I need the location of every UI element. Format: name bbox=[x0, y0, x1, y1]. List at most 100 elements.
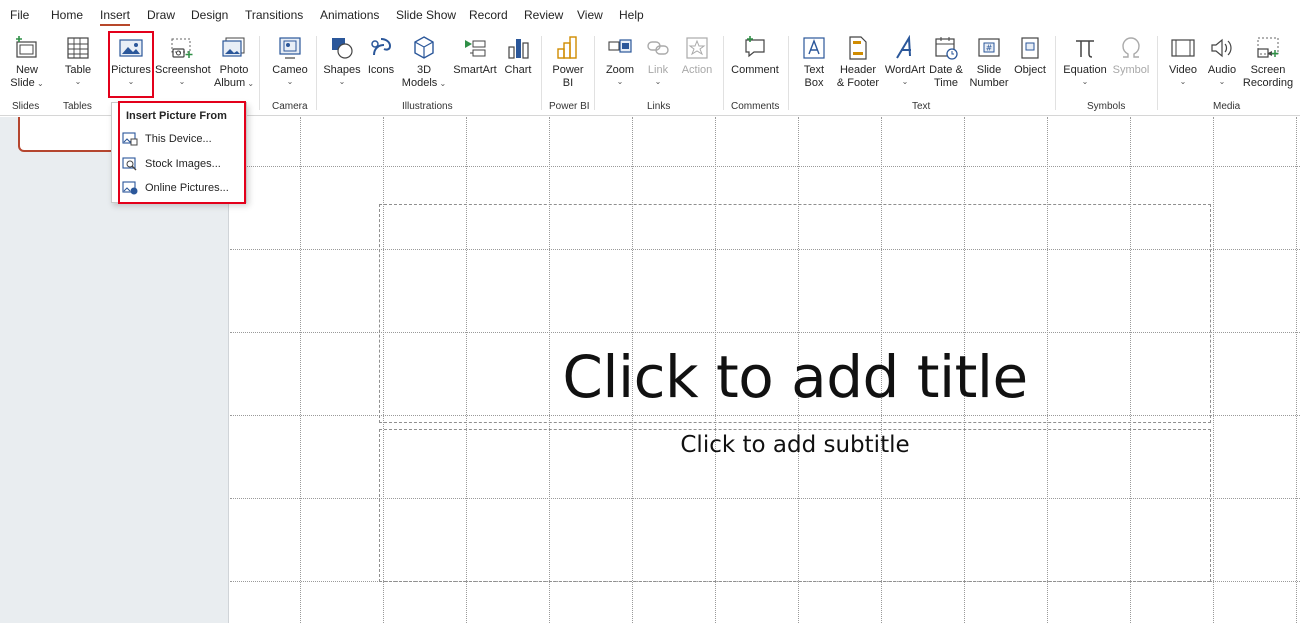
group-label-power-bi: Power BI bbox=[549, 101, 590, 112]
dropdown-highlight bbox=[118, 101, 246, 204]
calendar-clock-icon bbox=[935, 37, 958, 60]
symbol-button[interactable]: Symbol bbox=[1111, 35, 1151, 77]
group-label-slides: Slides bbox=[12, 101, 40, 112]
chevron-down-icon: ⌄ bbox=[654, 77, 662, 86]
menu-record[interactable]: Record bbox=[469, 8, 508, 22]
header-footer-icon bbox=[849, 36, 867, 60]
group-divider bbox=[788, 36, 789, 110]
video-icon bbox=[1171, 39, 1195, 57]
group-divider bbox=[594, 36, 595, 110]
date-time-button[interactable]: Date & Time bbox=[928, 35, 964, 90]
menu-help[interactable]: Help bbox=[619, 8, 644, 22]
group-label-media: Media bbox=[1213, 101, 1241, 112]
group-label-illustrations: Illustrations bbox=[402, 101, 453, 112]
table-button[interactable]: Table ⌄ bbox=[62, 35, 94, 87]
chart-button[interactable]: Chart bbox=[503, 35, 533, 77]
gridline bbox=[300, 117, 301, 623]
shapes-button[interactable]: Shapes ⌄ bbox=[322, 35, 362, 87]
3d-models-button[interactable]: 3D Models ⌄ bbox=[401, 35, 447, 90]
group-divider bbox=[723, 36, 724, 110]
action-button[interactable]: Action bbox=[678, 35, 716, 77]
action-star-icon bbox=[686, 37, 708, 59]
menu-insert[interactable]: Insert bbox=[100, 8, 131, 26]
smartart-icon bbox=[465, 40, 486, 57]
chevron-down-icon: ⌄ bbox=[34, 79, 44, 88]
subtitle-placeholder[interactable]: Click to add subtitle bbox=[379, 429, 1211, 582]
photo-album-icon bbox=[222, 37, 245, 57]
svg-text:#: # bbox=[986, 44, 993, 53]
object-button[interactable]: Object bbox=[1012, 35, 1048, 77]
chevron-down-icon: ⌄ bbox=[178, 77, 186, 86]
group-divider bbox=[316, 36, 317, 110]
video-button[interactable]: Video ⌄ bbox=[1165, 35, 1201, 87]
cameo-icon bbox=[279, 37, 301, 59]
menu-file[interactable]: File bbox=[10, 8, 29, 22]
chevron-down-icon: ⌄ bbox=[1179, 77, 1187, 86]
wordart-icon bbox=[896, 35, 911, 59]
title-text: Click to add title bbox=[562, 343, 1028, 411]
chevron-down-icon: ⌄ bbox=[74, 77, 82, 86]
text-box-button[interactable]: Text Box bbox=[797, 35, 831, 90]
chevron-down-icon: ⌄ bbox=[1218, 77, 1226, 86]
chevron-down-icon: ⌄ bbox=[616, 77, 624, 86]
menu-transitions[interactable]: Transitions bbox=[245, 8, 303, 22]
equation-button[interactable]: Equation ⌄ bbox=[1062, 35, 1108, 87]
title-placeholder[interactable]: Click to add title bbox=[379, 204, 1211, 423]
gridline bbox=[230, 166, 1300, 167]
gridline bbox=[1296, 117, 1297, 623]
smartart-button[interactable]: SmartArt bbox=[451, 35, 499, 77]
screenshot-icon bbox=[171, 38, 193, 58]
group-label-symbols: Symbols bbox=[1087, 101, 1126, 112]
icons-icon bbox=[371, 38, 392, 56]
chevron-down-icon: ⌄ bbox=[338, 77, 346, 86]
header-footer-button[interactable]: Header & Footer bbox=[835, 35, 881, 90]
chevron-down-icon: ⌄ bbox=[286, 77, 294, 86]
group-label-links: Links bbox=[647, 101, 671, 112]
menu-design[interactable]: Design bbox=[191, 8, 228, 22]
omega-icon bbox=[1122, 37, 1140, 58]
screen-recording-button[interactable]: Screen Recording bbox=[1242, 35, 1294, 90]
photo-album-button[interactable]: Photo Album ⌄ bbox=[212, 35, 256, 90]
chevron-down-icon: ⌄ bbox=[437, 79, 447, 88]
link-icon bbox=[647, 41, 669, 55]
chevron-down-icon: ⌄ bbox=[245, 79, 255, 88]
screenshot-button[interactable]: Screenshot ⌄ bbox=[155, 35, 211, 87]
slide-number-icon: # bbox=[978, 38, 1000, 57]
zoom-icon bbox=[608, 39, 632, 53]
group-divider bbox=[541, 36, 542, 110]
group-label-text: Text bbox=[912, 101, 931, 112]
chart-icon bbox=[508, 39, 529, 59]
comment-button[interactable]: Comment bbox=[730, 35, 780, 77]
group-divider bbox=[1055, 36, 1056, 110]
wordart-button[interactable]: WordArt ⌄ bbox=[883, 35, 927, 87]
menu-slide-show[interactable]: Slide Show bbox=[396, 8, 456, 22]
table-icon bbox=[67, 37, 89, 59]
group-label-tables: Tables bbox=[63, 101, 92, 112]
group-label-camera: Camera bbox=[272, 101, 308, 112]
new-slide-button[interactable]: New Slide ⌄ bbox=[8, 35, 46, 90]
menu-home[interactable]: Home bbox=[51, 8, 83, 22]
text-box-icon bbox=[803, 37, 825, 59]
subtitle-text: Click to add subtitle bbox=[680, 432, 910, 458]
zoom-button[interactable]: Zoom ⌄ bbox=[602, 35, 638, 87]
menu-bar: File Home Insert Draw Design Transitions… bbox=[0, 0, 1300, 30]
new-slide-icon bbox=[16, 36, 37, 58]
link-button[interactable]: Link ⌄ bbox=[643, 35, 673, 87]
pictures-highlight bbox=[108, 31, 154, 98]
cameo-button[interactable]: Cameo ⌄ bbox=[270, 35, 310, 87]
group-divider bbox=[1157, 36, 1158, 110]
object-icon bbox=[1021, 37, 1039, 59]
menu-review[interactable]: Review bbox=[524, 8, 563, 22]
slide-number-button[interactable]: # Slide Number bbox=[967, 35, 1011, 90]
power-bi-button[interactable]: Power BI bbox=[550, 35, 586, 90]
gridline bbox=[1213, 117, 1214, 623]
menu-view[interactable]: View bbox=[577, 8, 603, 22]
icons-button[interactable]: Icons bbox=[365, 35, 397, 77]
power-bi-icon bbox=[557, 36, 577, 59]
slide-canvas[interactable]: Click to add title Click to add subtitle bbox=[230, 117, 1300, 623]
menu-animations[interactable]: Animations bbox=[320, 8, 379, 22]
group-label-comments: Comments bbox=[731, 101, 780, 112]
audio-button[interactable]: Audio ⌄ bbox=[1205, 35, 1239, 87]
menu-draw[interactable]: Draw bbox=[147, 8, 175, 22]
comment-icon bbox=[745, 36, 765, 58]
